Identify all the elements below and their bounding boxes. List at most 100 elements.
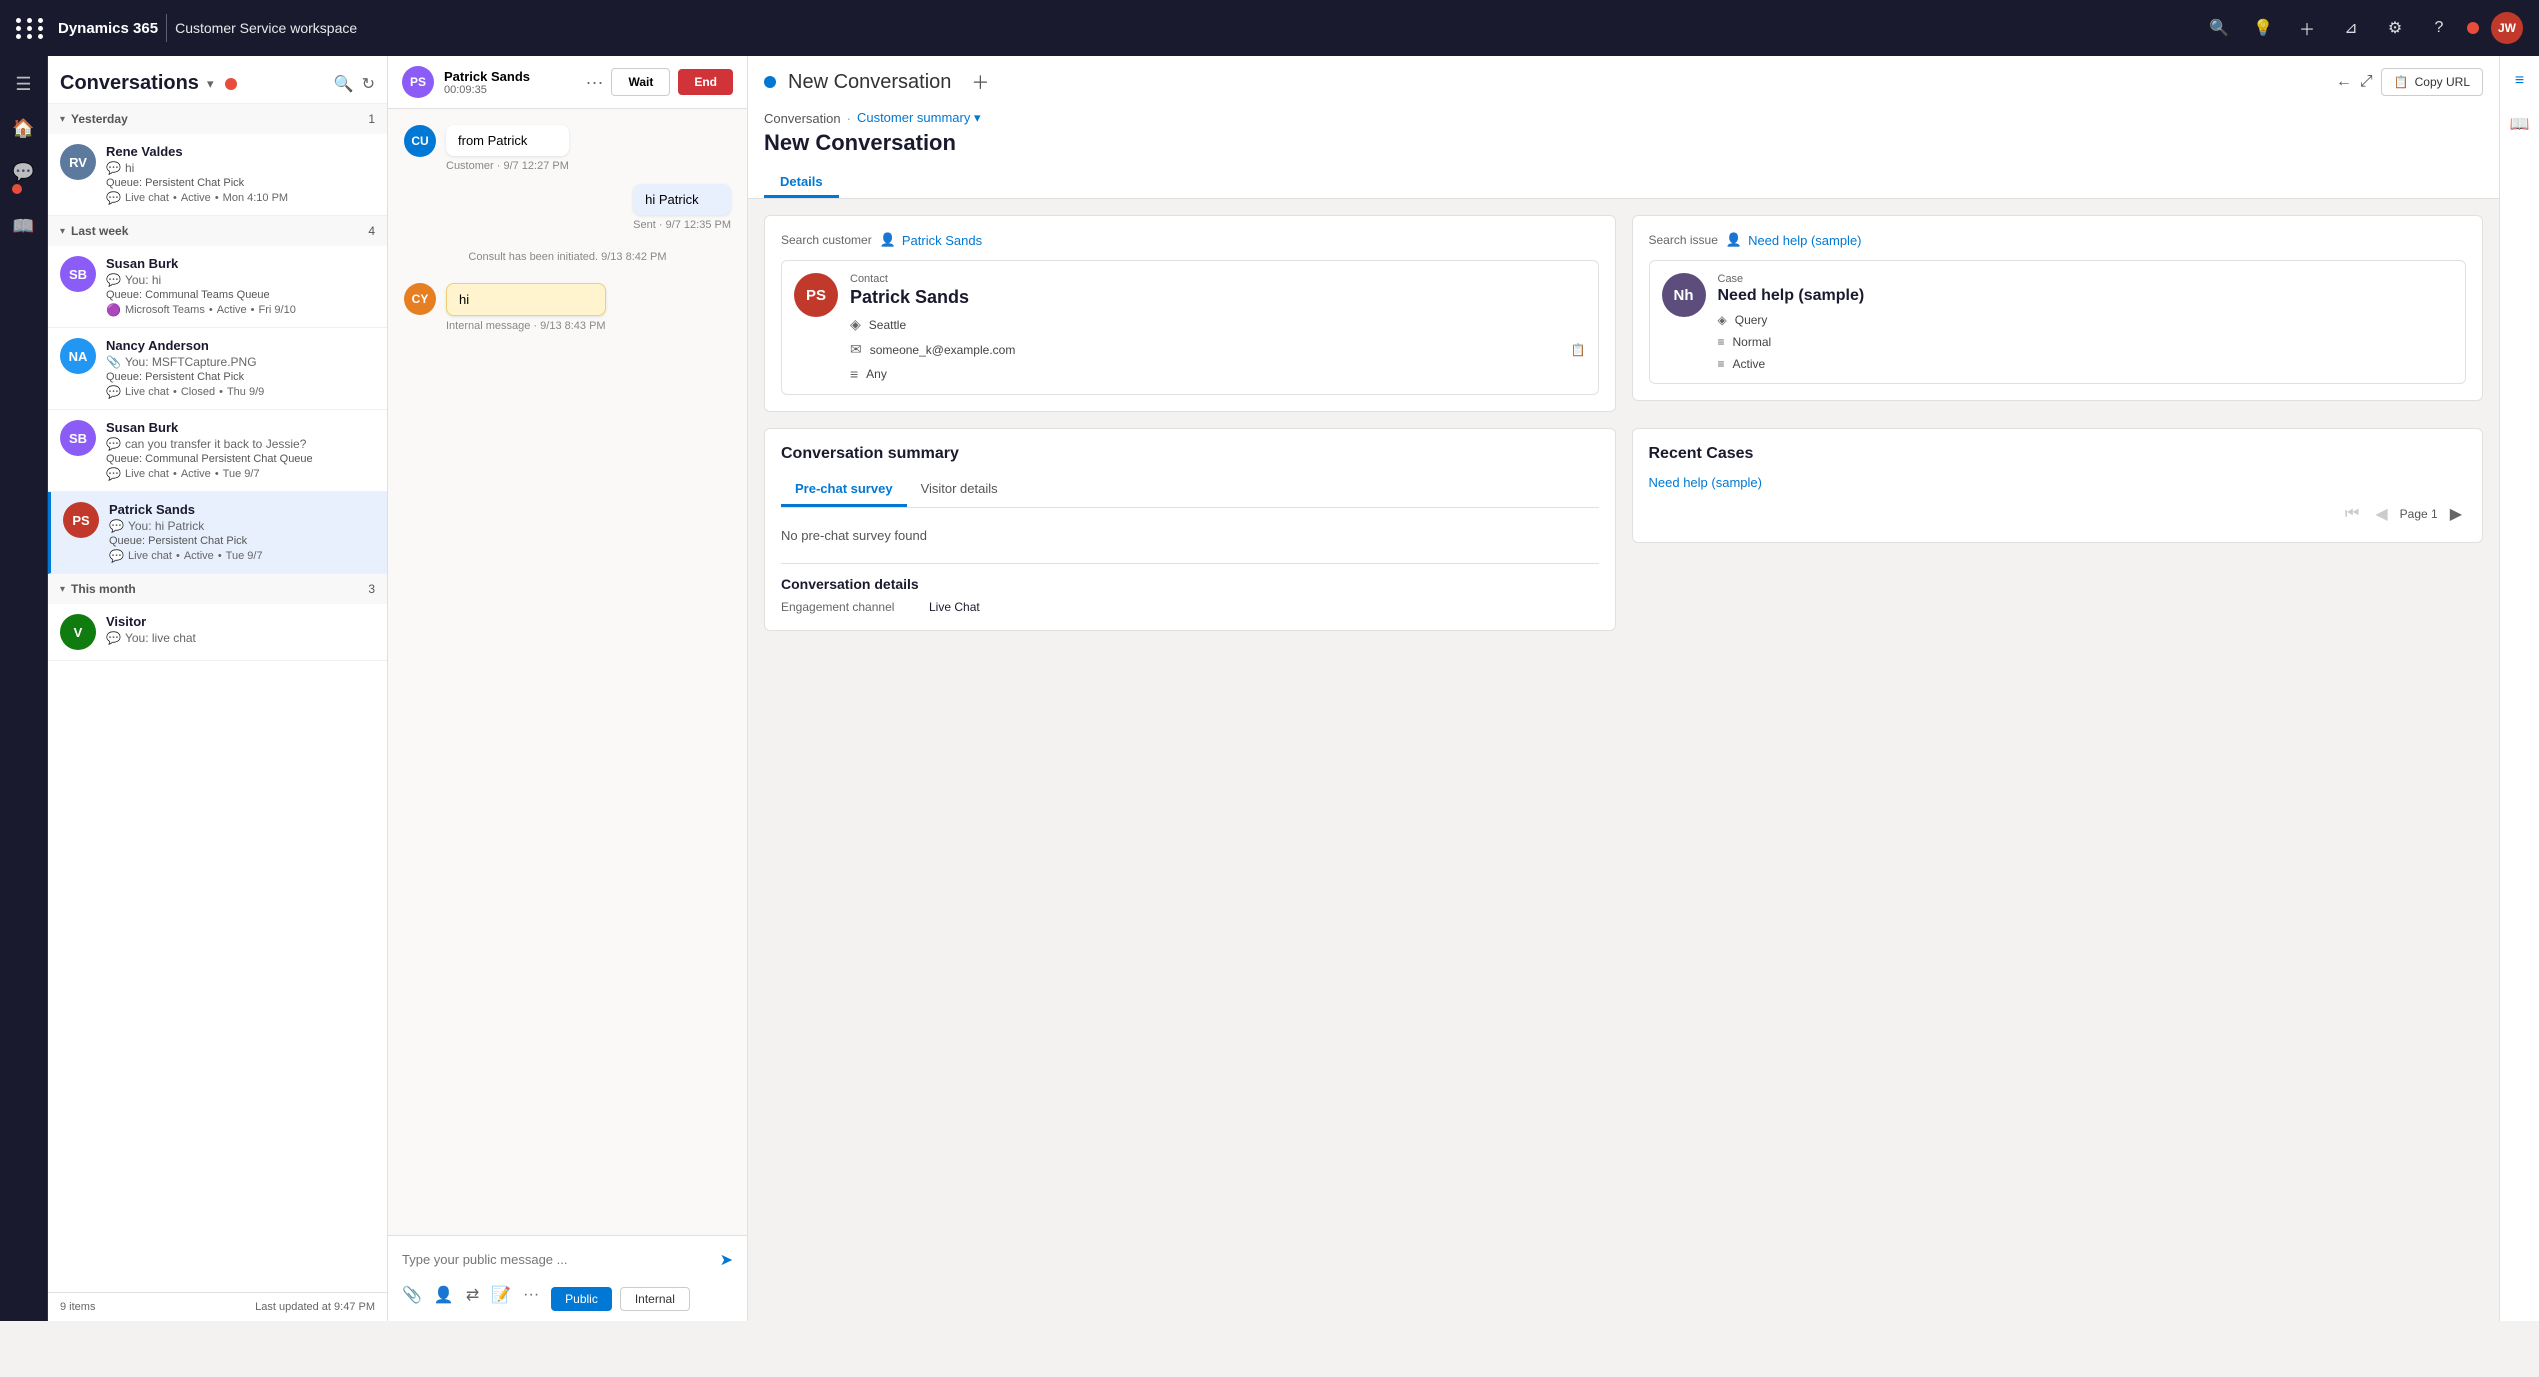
chat-more-icon[interactable]: ··· xyxy=(585,72,603,93)
settings-icon[interactable]: ⚙ xyxy=(2379,12,2411,44)
help-icon[interactable]: ? xyxy=(2423,12,2455,44)
top-navigation: Dynamics 365 Customer Service workspace … xyxy=(0,0,2539,56)
user-avatar[interactable]: JW xyxy=(2491,12,2523,44)
lightbulb-icon[interactable]: 💡 xyxy=(2247,12,2279,44)
section-thismonth[interactable]: ▾ This month 3 xyxy=(48,574,387,604)
conv-preview-susan1: 💬 You: hi xyxy=(106,273,375,287)
first-page-icon[interactable]: ⏮ xyxy=(2341,503,2363,525)
section-thismonth-label: This month xyxy=(71,582,368,596)
conv-preview-rene: 💬 hi xyxy=(106,161,375,175)
livechat-icon-rene: 💬 xyxy=(106,191,121,205)
note-icon[interactable]: 📝 xyxy=(491,1285,511,1305)
conversations-dropdown[interactable]: ▾ xyxy=(207,76,214,92)
case-search-label: Search issue xyxy=(1649,233,1718,247)
conversations-panel: Conversations ▾ 🔍 ↻ ▾ Yesterday 1 RV Ren… xyxy=(48,56,388,1321)
pagination-row: ⏮ ◀ Page 1 ▶ xyxy=(1649,502,2467,526)
conversation-item-visitor[interactable]: V Visitor 💬 You: live chat xyxy=(48,604,387,661)
top-cards-row: Search customer 👤 Patrick Sands PS Conta… xyxy=(764,215,2483,412)
conversation-item-susan1[interactable]: SB Susan Burk 💬 You: hi Queue: Communal … xyxy=(48,246,387,328)
avatar-rene: RV xyxy=(60,144,96,180)
more-actions-icon[interactable]: ··· xyxy=(523,1286,539,1304)
page-label: Page 1 xyxy=(2400,507,2438,521)
app-brand: Dynamics 365 Customer Service workspace xyxy=(58,14,357,42)
livechat-icon-nancy: 💬 xyxy=(106,385,121,399)
conversation-status-dot xyxy=(764,76,776,88)
avatar-susan1: SB xyxy=(60,256,96,292)
far-right-icon-1[interactable]: ≡ xyxy=(2507,64,2532,98)
breadcrumb-end[interactable]: Customer summary ▾ xyxy=(857,110,981,126)
filter-icon[interactable]: ⊿ xyxy=(2335,12,2367,44)
section-yesterday-label: Yesterday xyxy=(71,112,368,126)
conv-queue-rene: Queue: Persistent Chat Pick xyxy=(106,177,375,189)
chat-header-actions: ··· Wait End xyxy=(585,68,733,96)
conversation-item-rene[interactable]: RV Rene Valdes 💬 hi Queue: Persistent Ch… xyxy=(48,134,387,216)
chat-header-avatar: PS xyxy=(402,66,434,98)
end-button[interactable]: End xyxy=(678,69,733,95)
customer-person-icon: 👤 xyxy=(880,232,896,248)
workspace-title: Customer Service workspace xyxy=(175,20,357,36)
summary-tabs: Pre-chat survey Visitor details xyxy=(781,475,1599,508)
sidebar-chat-icon[interactable]: 💬 xyxy=(4,152,44,192)
right-panel: New Conversation ＋ ← ⤢ 📋 Copy URL Conver… xyxy=(748,56,2499,1321)
engagement-channel-row: Engagement channel Live Chat xyxy=(781,600,1599,614)
customer-search-value[interactable]: 👤 Patrick Sands xyxy=(880,232,982,248)
wait-button[interactable]: Wait xyxy=(611,68,670,96)
copy-url-button[interactable]: 📋 Copy URL xyxy=(2381,68,2483,96)
recent-case-link[interactable]: Need help (sample) xyxy=(1649,475,1762,490)
popout-icon[interactable]: ⤢ xyxy=(2360,73,2373,91)
conv-name-rene: Rene Valdes xyxy=(106,144,375,159)
tab-details[interactable]: Details xyxy=(764,166,839,198)
tab-add-icon[interactable]: ＋ xyxy=(971,69,989,95)
conversation-item-patrick[interactable]: PS Patrick Sands 💬 You: hi Patrick Queue… xyxy=(48,492,387,574)
far-right-icon-2[interactable]: 📖 xyxy=(2502,106,2538,142)
next-page-icon[interactable]: ▶ xyxy=(2446,502,2466,526)
message-internal-hi: CY hi Internal message · 9/13 8:43 PM xyxy=(404,283,731,332)
conversation-summary-title: Conversation summary xyxy=(781,445,1599,463)
contact-city-row: ◈ Seattle xyxy=(850,316,1586,333)
rph-actions: ← ⤢ 📋 Copy URL xyxy=(2336,68,2483,96)
case-status-icon: ≡ xyxy=(1718,357,1725,371)
msg-bubble-internal-hi: hi xyxy=(446,283,606,316)
public-tab[interactable]: Public xyxy=(551,1287,612,1311)
internal-tab[interactable]: Internal xyxy=(620,1287,690,1311)
email-copy-icon[interactable]: 📋 xyxy=(1571,343,1586,357)
send-icon[interactable]: ➤ xyxy=(720,1250,733,1270)
case-type: Case xyxy=(1718,273,2454,285)
section-lastweek[interactable]: ▾ Last week 4 xyxy=(48,216,387,246)
msg-content-internal-hi: hi Internal message · 9/13 8:43 PM xyxy=(446,283,606,332)
prev-page-icon[interactable]: ◀ xyxy=(2371,502,2391,526)
conv-info-susan2: Susan Burk 💬 can you transfer it back to… xyxy=(106,420,375,481)
search-icon[interactable]: 🔍 xyxy=(2203,12,2235,44)
plus-icon[interactable]: ＋ xyxy=(2291,12,2323,44)
agent-icon[interactable]: 👤 xyxy=(434,1285,454,1305)
attachment-icon[interactable]: 📎 xyxy=(402,1285,422,1305)
transfer-icon[interactable]: ⇄ xyxy=(466,1285,479,1305)
summary-divider xyxy=(781,563,1599,564)
chat-input[interactable] xyxy=(402,1246,720,1273)
conversations-search-icon[interactable]: 🔍 xyxy=(334,74,354,94)
conv-preview-visitor: 💬 You: live chat xyxy=(106,631,375,645)
visitor-details-tab[interactable]: Visitor details xyxy=(907,475,1012,507)
conversation-item-susan2[interactable]: SB Susan Burk 💬 can you transfer it back… xyxy=(48,410,387,492)
message-type-tabs: Public Internal xyxy=(551,1287,690,1311)
app-grid-icon[interactable] xyxy=(16,18,46,39)
prechat-survey-tab[interactable]: Pre-chat survey xyxy=(781,475,907,507)
bottom-cards-row: Conversation summary Pre-chat survey Vis… xyxy=(764,428,2483,631)
conversations-list: ▾ Yesterday 1 RV Rene Valdes 💬 hi Queue:… xyxy=(48,104,387,1292)
conversation-item-nancy[interactable]: NA Nancy Anderson 📎 You: MSFTCapture.PNG… xyxy=(48,328,387,410)
system-message-consult: Consult has been initiated. 9/13 8:42 PM xyxy=(404,243,731,271)
section-yesterday[interactable]: ▾ Yesterday 1 xyxy=(48,104,387,134)
case-search-value[interactable]: 👤 Need help (sample) xyxy=(1726,232,1862,248)
sidebar-icons: ☰ 🏠 💬 📖 xyxy=(0,56,48,1321)
msg-content-from-patrick: from Patrick Customer · 9/7 12:27 PM xyxy=(446,125,569,172)
right-content: Search customer 👤 Patrick Sands PS Conta… xyxy=(748,199,2499,1321)
tab-bar: Details xyxy=(764,166,2483,198)
chevron-yesterday-icon: ▾ xyxy=(60,114,65,125)
conversation-details-title: Conversation details xyxy=(781,576,1599,592)
chat-panel: PS Patrick Sands 00:09:35 ··· Wait End C… xyxy=(388,56,748,1321)
conversations-refresh-icon[interactable]: ↻ xyxy=(362,74,375,94)
back-icon[interactable]: ← xyxy=(2336,73,2352,91)
sidebar-collapse-icon[interactable]: ☰ xyxy=(4,64,44,104)
sidebar-book-icon[interactable]: 📖 xyxy=(4,206,44,246)
sidebar-home-icon[interactable]: 🏠 xyxy=(4,108,44,148)
